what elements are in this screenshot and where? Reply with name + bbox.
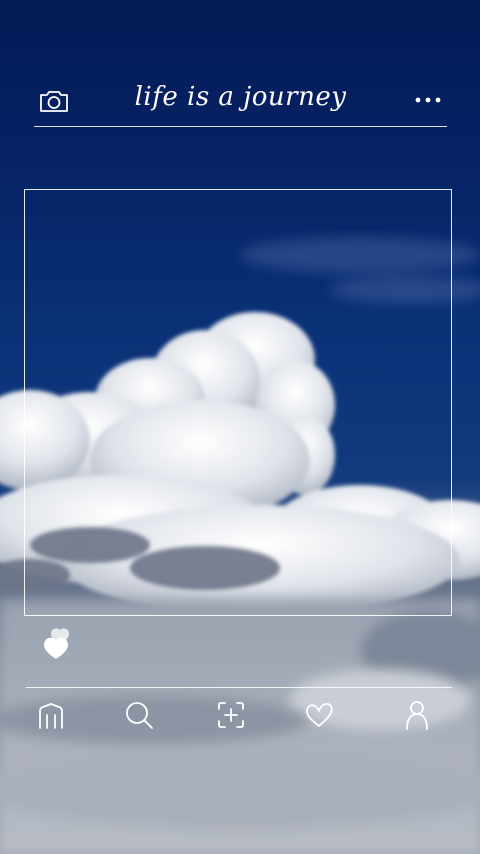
nav-heart-icon[interactable] <box>302 698 336 732</box>
nav-home-icon[interactable] <box>34 698 68 732</box>
bottom-navigation <box>26 687 452 738</box>
post-photo-frame[interactable] <box>24 189 452 616</box>
nav-add-post-icon[interactable] <box>214 698 248 732</box>
double-heart-icon[interactable] <box>40 626 76 666</box>
more-horizontal-icon[interactable] <box>413 92 443 108</box>
nav-search-icon[interactable] <box>122 698 156 732</box>
page-title: life is a journey <box>134 82 347 112</box>
nav-profile-icon[interactable] <box>400 698 434 732</box>
top-bar: life is a journey <box>34 78 447 127</box>
camera-icon[interactable] <box>38 88 70 114</box>
